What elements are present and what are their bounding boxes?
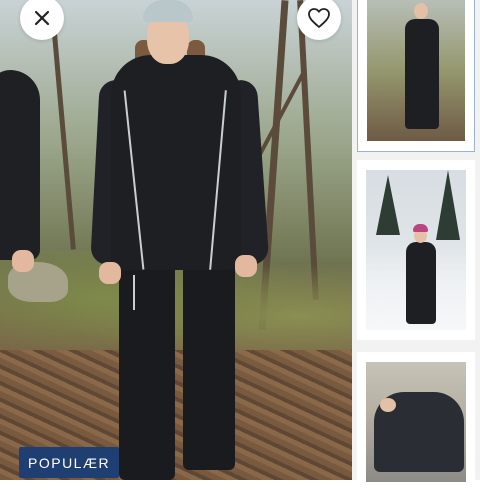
- background-tree: [49, 0, 76, 250]
- snowsuit-leg-right: [183, 255, 235, 470]
- beanie: [143, 0, 193, 22]
- close-button[interactable]: [20, 0, 64, 40]
- model-in-black-snowsuit: [90, 0, 270, 480]
- thumbnail-image-closeup: [366, 362, 466, 482]
- thumbnail-3[interactable]: [357, 352, 475, 492]
- thumbnail-image-snow: [366, 170, 466, 330]
- main-product-image[interactable]: POPULÆR: [0, 0, 352, 480]
- close-icon: [34, 10, 50, 26]
- popular-badge: POPULÆR: [19, 447, 120, 478]
- thumbnail-strip[interactable]: [352, 0, 480, 492]
- favorite-button[interactable]: [297, 0, 341, 40]
- thumbnail-2[interactable]: [357, 160, 475, 340]
- partial-person-hand: [12, 250, 34, 272]
- thumbnail-1[interactable]: [357, 0, 475, 152]
- snowsuit-leg-left: [119, 255, 175, 480]
- partial-person-left: [0, 70, 40, 260]
- heart-icon: [308, 8, 330, 28]
- thumbnail-image-forest: [367, 0, 465, 141]
